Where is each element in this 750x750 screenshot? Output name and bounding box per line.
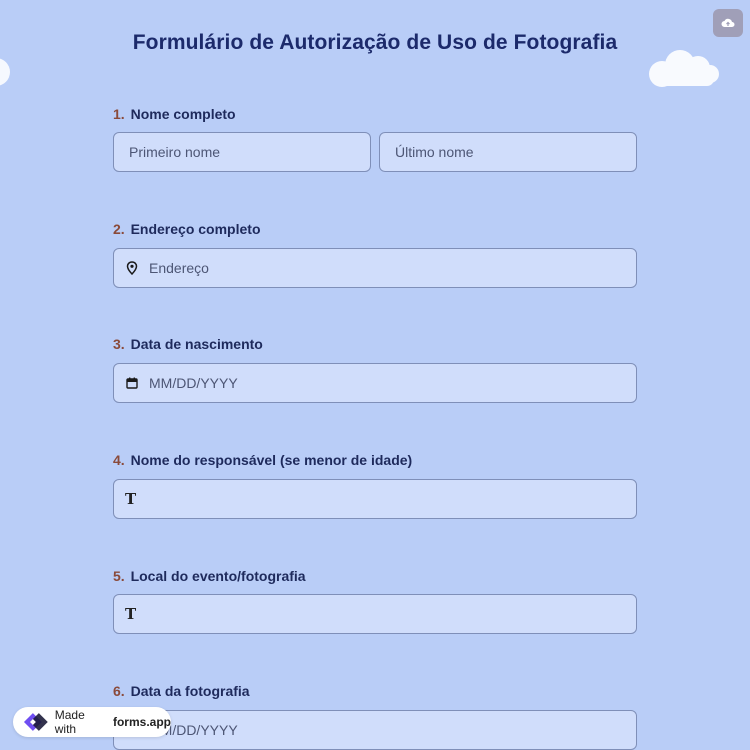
address-placeholder: Endereço [149,260,209,276]
question-text: Endereço completo [130,221,261,237]
photo-date-input[interactable]: MM/DD/YYYY [113,710,637,750]
question-label: 3. Data de nascimento [113,334,637,354]
question-full-name: 1. Nome completo [113,104,637,124]
question-label: 2. Endereço completo [113,219,637,239]
question-label: 6. Data da fotografia [113,681,637,701]
form-page: Formulário de Autorização de Uso de Foto… [0,0,750,750]
question-number: 6. [113,683,125,699]
last-name-placeholder: Último nome [395,144,474,160]
question-text: Local do evento/fotografia [130,568,306,584]
question-birth-date: 3. Data de nascimento [113,334,637,354]
question-number: 2. [113,221,125,237]
question-label: 5. Local do evento/fotografia [113,566,637,586]
made-with-forms-app-badge[interactable]: Made with forms.app [13,707,171,737]
question-label: 1. Nome completo [113,104,637,124]
page-title: Formulário de Autorização de Uso de Foto… [132,31,618,54]
question-number: 1. [113,106,125,122]
question-address: 2. Endereço completo [113,219,637,239]
question-label: 4. Nome do responsável (se menor de idad… [113,450,637,470]
cloud-left-decoration [0,58,10,86]
cloud-upload-icon [721,18,735,27]
question-text: Nome completo [130,106,236,122]
first-name-input[interactable]: Primeiro nome [113,132,371,172]
address-input[interactable]: Endereço [113,248,637,288]
forms-app-logo-icon [23,713,48,731]
first-name-placeholder: Primeiro nome [129,144,221,160]
question-guardian-name: 4. Nome do responsável (se menor de idad… [113,450,637,470]
birth-date-placeholder: MM/DD/YYYY [149,375,238,391]
badge-prefix: Made with [54,708,85,736]
question-text: Data de nascimento [130,336,263,352]
calendar-icon [124,375,140,391]
question-number: 3. [113,336,125,352]
badge-brand: forms.app [112,715,171,729]
question-text: Nome do responsável (se menor de idade) [130,452,413,468]
question-number: 5. [113,568,125,584]
text-type-icon: T [125,605,137,623]
question-event-location: 5. Local do evento/fotografia [113,566,637,586]
guardian-name-input[interactable]: T [113,479,637,519]
question-number: 4. [113,452,125,468]
location-pin-icon [124,260,140,276]
question-photo-date: 6. Data da fotografia [113,681,637,701]
text-type-icon: T [125,490,137,508]
event-location-input[interactable]: T [113,594,637,634]
question-text: Data da fotografia [130,683,250,699]
birth-date-input[interactable]: MM/DD/YYYY [113,363,637,403]
last-name-input[interactable]: Último nome [379,132,637,172]
